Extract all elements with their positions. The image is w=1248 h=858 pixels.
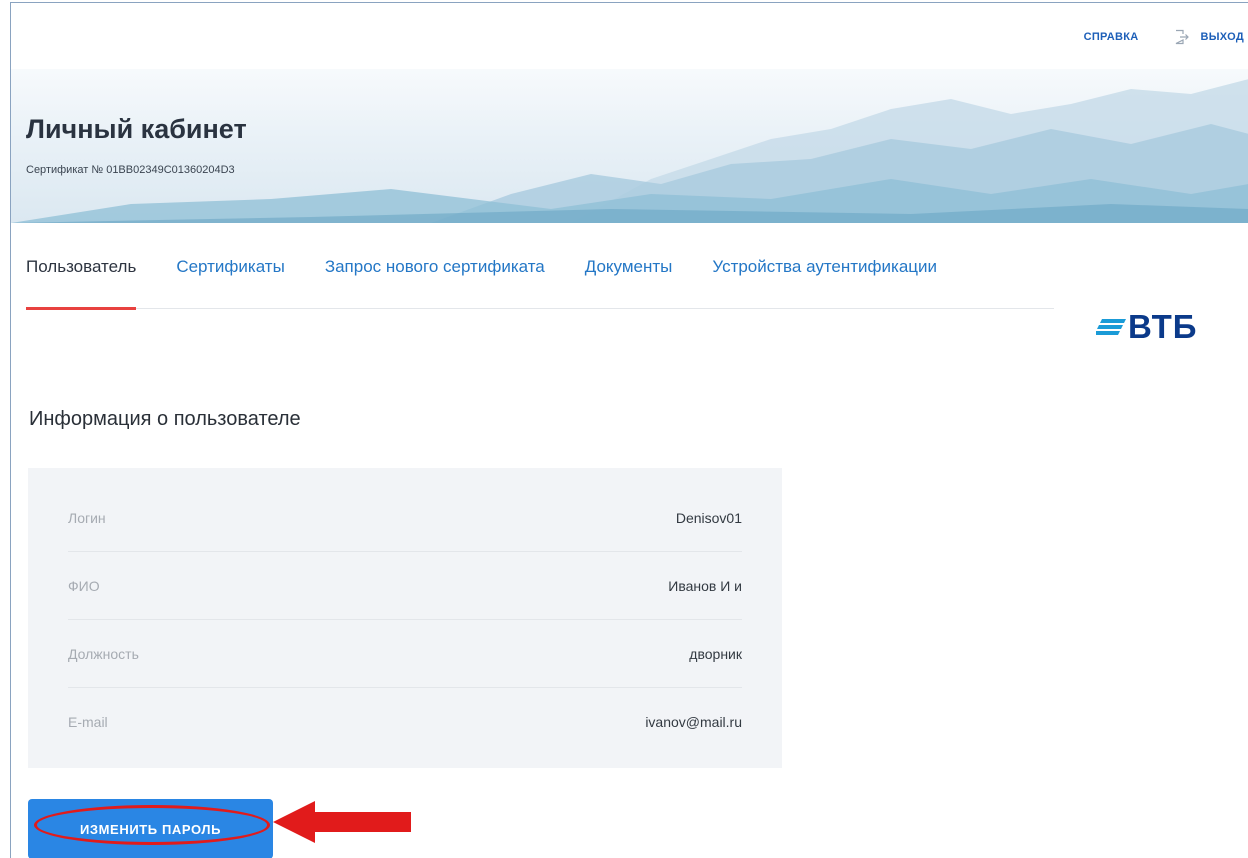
info-value: ivanov@mail.ru — [645, 713, 742, 730]
user-info-card: Логин Denisov01 ФИО Иванов И и Должность… — [28, 468, 782, 768]
header-banner: Личный кабинет Сертификат № 01BB02349C01… — [11, 69, 1248, 223]
info-row-email: E-mail ivanov@mail.ru — [68, 688, 742, 755]
logout-label: ВЫХОД — [1200, 31, 1244, 43]
info-row-fullname: ФИО Иванов И и — [68, 552, 742, 620]
info-value: Иванов И и — [668, 577, 742, 594]
tab-documents[interactable]: Документы — [585, 221, 673, 308]
info-row-login: Логин Denisov01 — [68, 484, 742, 552]
mountains-illustration — [11, 79, 1248, 223]
tab-certificates[interactable]: Сертификаты — [176, 221, 284, 308]
tab-user[interactable]: Пользователь — [26, 221, 137, 310]
arrow-left-icon — [273, 801, 411, 843]
help-link[interactable]: СПРАВКА — [1084, 31, 1139, 43]
info-label: Логин — [68, 509, 106, 526]
exit-icon — [1176, 29, 1190, 45]
info-value: дворник — [689, 645, 742, 662]
section-title: Информация о пользователе — [29, 408, 301, 430]
info-label: E-mail — [68, 713, 108, 730]
info-label: Должность — [68, 645, 139, 662]
info-label: ФИО — [68, 577, 100, 594]
tab-auth-devices[interactable]: Устройства аутентификации — [712, 221, 937, 308]
vtb-logo-text: ВТБ — [1128, 308, 1198, 345]
logout-link[interactable]: ВЫХОД — [1174, 29, 1244, 45]
tab-new-certificate-request[interactable]: Запрос нового сертификата — [325, 221, 545, 308]
tab-bar: Пользователь Сертификаты Запрос нового с… — [26, 221, 1054, 310]
vtb-lines-icon — [1096, 319, 1126, 335]
vtb-logo: ВТБ — [1096, 308, 1197, 346]
top-links: СПРАВКА ВЫХОД — [1084, 29, 1244, 45]
app-frame: СПРАВКА ВЫХОД Личный кабинет Сертификат … — [10, 2, 1248, 858]
info-value: Denisov01 — [675, 509, 742, 526]
info-row-position: Должность дворник — [68, 620, 742, 688]
page-title: Личный кабинет — [26, 114, 247, 144]
change-password-button[interactable]: ИЗМЕНИТЬ ПАРОЛЬ — [28, 799, 273, 858]
certificate-number: Сертификат № 01BB02349C01360204D3 — [26, 164, 235, 176]
